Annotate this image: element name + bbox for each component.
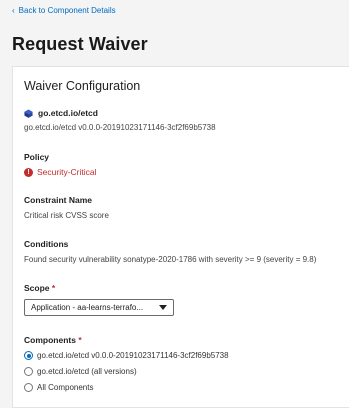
policy-name: Security-Critical <box>37 167 97 177</box>
constraint-value: Critical risk CVSS score <box>24 211 109 220</box>
alert-icon: ! <box>24 167 33 177</box>
components-label: Components * <box>24 335 82 345</box>
required-marker: * <box>78 335 82 345</box>
component-option-this-version[interactable]: go.etcd.io/etcd v0.0.0-20191023171146-3c… <box>24 351 229 360</box>
chevron-left-icon: ‹ <box>12 5 15 15</box>
conditions-value: Found security vulnerability sonatype-20… <box>24 255 317 264</box>
scope-label: Scope * <box>24 283 55 293</box>
radio-label: go.etcd.io/etcd (all versions) <box>37 367 137 376</box>
components-label-text: Components <box>24 335 76 345</box>
radio-label: go.etcd.io/etcd v0.0.0-20191023171146-3c… <box>37 351 229 360</box>
scope-select[interactable]: Application - aa-learns-terrafo... <box>24 299 174 316</box>
conditions-label: Conditions <box>24 239 69 249</box>
caret-down-icon <box>159 305 167 310</box>
radio-label: All Components <box>37 383 94 392</box>
radio-button[interactable] <box>24 367 33 376</box>
radio-button[interactable] <box>24 383 33 392</box>
cube-icon <box>24 108 33 118</box>
component-name-row: go.etcd.io/etcd <box>24 108 98 118</box>
radio-button-checked[interactable] <box>24 351 33 360</box>
component-name: go.etcd.io/etcd <box>38 108 98 118</box>
required-marker: * <box>51 283 56 293</box>
back-to-component-details-link[interactable]: ‹ Back to Component Details <box>12 6 116 15</box>
page-title: Request Waiver <box>12 34 148 54</box>
policy-label: Policy <box>24 152 50 162</box>
constraint-label: Constraint Name <box>24 195 93 205</box>
component-version: go.etcd.io/etcd v0.0.0-20191023171146-3c… <box>24 123 216 132</box>
card-title: Waiver Configuration <box>24 79 141 93</box>
policy-value: ! Security-Critical <box>24 167 97 177</box>
scope-label-text: Scope <box>24 283 50 293</box>
back-link-label: Back to Component Details <box>18 6 116 15</box>
scope-selected-value: Application - aa-learns-terrafo... <box>31 303 144 312</box>
waiver-configuration-card: Waiver Configuration go.etcd.io/etcd go.… <box>12 66 349 408</box>
component-option-all-versions[interactable]: go.etcd.io/etcd (all versions) <box>24 367 137 376</box>
component-option-all-components[interactable]: All Components <box>24 383 93 392</box>
